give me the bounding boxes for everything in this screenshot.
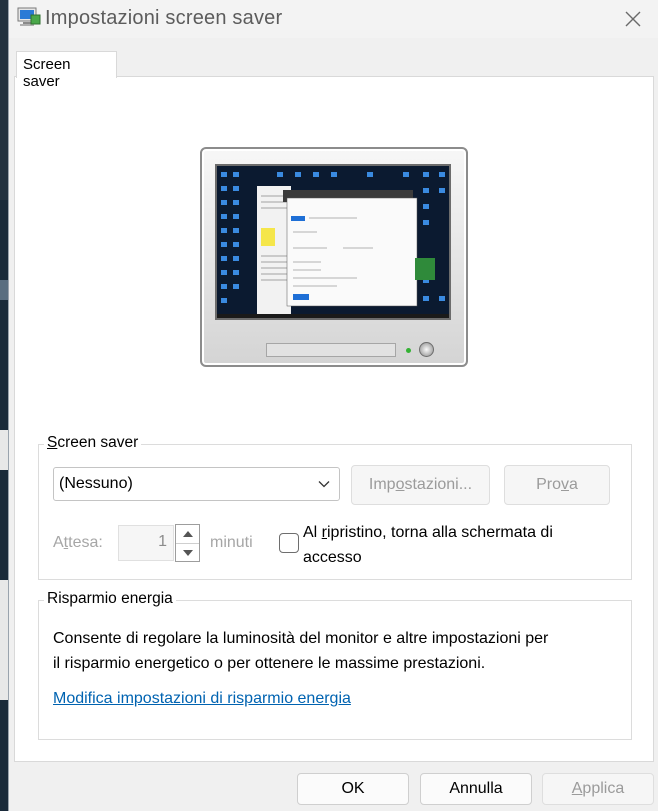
screen-saver-preview-monitor: [200, 147, 468, 367]
screen-saver-select-value: (Nessuno): [59, 475, 133, 492]
wait-minutes-stepper[interactable]: [175, 524, 200, 562]
power-settings-link[interactable]: Modifica impostazioni di risparmio energ…: [53, 690, 351, 708]
settings-button[interactable]: Imp o stazioni...: [351, 465, 490, 505]
screen-saver-group: Screen saver (Nessuno) Imp o stazioni... P…: [38, 434, 632, 580]
tab-screen-saver[interactable]: Screen saver: [16, 51, 117, 90]
screen-saver-select[interactable]: (Nessuno): [53, 467, 340, 501]
caret-up-icon: [182, 531, 193, 537]
wait-minutes-input[interactable]: 1: [118, 525, 174, 561]
tab-panel: Screen saver (Nessuno) Imp o stazioni... P…: [14, 76, 654, 762]
screen-saver-dialog: Impostazioni screen saver Screen saver S…: [8, 0, 658, 811]
close-icon: [625, 11, 641, 27]
preview-button[interactable]: Pro v a: [504, 465, 610, 505]
close-button[interactable]: [615, 2, 651, 36]
preview-screen: [215, 164, 451, 320]
wait-label: Attesa:: [53, 534, 103, 551]
dialog-footer: OK Annulla Applica: [9, 763, 658, 811]
power-led: [406, 348, 411, 353]
wait-unit-label: minuti: [210, 534, 253, 551]
title-bar: Impostazioni screen saver: [9, 0, 658, 38]
resume-login-checkbox[interactable]: [279, 533, 299, 553]
screen-saver-app-icon: [17, 7, 41, 26]
background-window-edge: [0, 0, 8, 811]
power-knob: [419, 342, 434, 357]
screen-saver-group-title: Screen saver: [44, 434, 142, 452]
cancel-button[interactable]: Annulla: [420, 773, 532, 805]
window-title: Impostazioni screen saver: [45, 7, 283, 29]
wait-minutes-value: 1: [158, 533, 167, 550]
monitor-base-panel: [266, 343, 396, 357]
ok-button[interactable]: OK: [297, 773, 409, 805]
chevron-down-icon: [318, 481, 330, 488]
power-group-title: Risparmio energia: [44, 590, 176, 608]
resume-login-label[interactable]: Al ripristino, torna alla schermata di a…: [303, 520, 623, 570]
apply-button[interactable]: Applica: [542, 773, 654, 805]
caret-down-icon: [182, 549, 193, 556]
power-description: Consente di regolare la luminosità del m…: [53, 630, 549, 672]
stepper-down-button[interactable]: [176, 543, 199, 561]
power-saving-group: Risparmio energia Consente di regolare l…: [38, 590, 632, 740]
stepper-up-button[interactable]: [176, 525, 199, 543]
